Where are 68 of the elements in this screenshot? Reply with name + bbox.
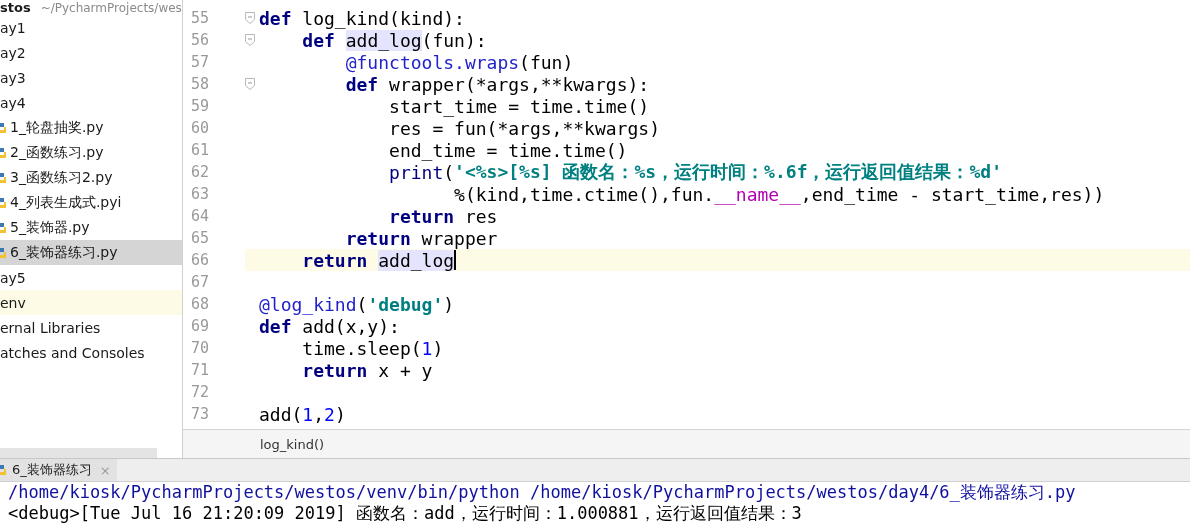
code-line: def wrapper(*args,**kwargs): (344, 73, 650, 95)
tree-item[interactable]: ay3 (0, 65, 182, 90)
console-line: <debug>[Tue Jul 16 21:20:09 2019] 函数名：add，运行时间：1.000881，运行返回值结果：3 (8, 503, 803, 524)
tree-item[interactable]: ay1 (0, 15, 182, 40)
tree-item[interactable]: atches and Consoles (0, 340, 182, 365)
project-path: ~/PycharmProjects/wes (40, 0, 182, 15)
python-file-icon (0, 120, 8, 135)
python-file-icon (0, 245, 8, 260)
line-number: 58 (189, 75, 210, 93)
line-number: 61 (189, 141, 210, 159)
code-line: add(1,2) (259, 403, 346, 425)
tree-item[interactable]: 2_函数练习.py (0, 140, 182, 165)
code-line: time.sleep(1) (301, 337, 444, 359)
code-line: print('<%s>[%s] 函数名：%s，运行时间：%.6f，运行返回值结果：%d' (388, 161, 1002, 183)
python-file-icon (0, 145, 8, 160)
code-line: def add_log(fun): (301, 29, 487, 51)
text-caret (454, 250, 456, 270)
line-number: 70 (189, 339, 210, 357)
tree-item[interactable]: 1_轮盘抽奖.py (0, 115, 182, 140)
tree-item[interactable]: ernal Libraries (0, 315, 182, 340)
python-file-icon (0, 463, 8, 477)
line-number: 69 (189, 317, 210, 335)
code-line: %(kind,time.ctime(),fun.__name__,end_time - start_time,res)) (453, 183, 1105, 205)
line-number: 63 (189, 185, 210, 203)
tree-item[interactable]: 6_装饰器练习.py (0, 240, 182, 265)
code-line: start_time = time.time() (388, 95, 650, 117)
line-number: 60 (189, 119, 210, 137)
tree-item[interactable]: ay2 (0, 40, 182, 65)
code-line: def log_kind(kind): (259, 7, 465, 29)
tree-item[interactable]: 4_列表生成式.pyi (0, 190, 182, 215)
line-number: 66 (189, 251, 210, 269)
line-number: 55 (189, 9, 210, 27)
code-line: return add_log (301, 249, 455, 271)
python-file-icon (0, 195, 8, 210)
tree-item[interactable]: env (0, 290, 182, 315)
code-line: return wrapper (344, 227, 498, 249)
line-number: 62 (189, 163, 210, 181)
fold-icon[interactable] (245, 12, 255, 24)
console-line: /home/kiosk/PycharmProjects/westos/venv/bin/python /home/kiosk/PycharmProjects/westos/day4/6_装饰器练习.py (8, 482, 1077, 503)
run-tab[interactable]: 6_装饰器练习 × (0, 459, 117, 481)
fold-icon[interactable] (245, 34, 255, 46)
project-name[interactable]: stos (0, 0, 31, 15)
line-number: 68 (189, 295, 210, 313)
tree-item[interactable]: ay5 (0, 265, 182, 290)
python-file-icon (0, 170, 8, 185)
fold-icon[interactable] (245, 78, 255, 90)
line-number: 67 (189, 273, 210, 291)
line-number: 56 (189, 31, 210, 49)
line-number: 64 (189, 207, 210, 225)
code-line: @functools.wraps(fun) (344, 51, 574, 73)
code-line: def add(x,y): (259, 315, 400, 337)
code-line: return res (388, 205, 498, 227)
code-line: @log_kind('debug') (259, 293, 455, 315)
tree-item[interactable]: ay4 (0, 90, 182, 115)
line-number: 73 (189, 405, 210, 423)
code-line: res = fun(*args,**kwargs) (388, 117, 660, 139)
line-number: 57 (189, 53, 210, 71)
code-line: end_time = time.time() (388, 139, 628, 161)
line-number: 71 (189, 361, 210, 379)
python-file-icon (0, 220, 8, 235)
line-number: 59 (189, 97, 210, 115)
tree-item[interactable]: 5_装饰器.py (0, 215, 182, 240)
code-line: return x + y (301, 359, 433, 381)
breadcrumb[interactable]: log_kind() (260, 436, 325, 452)
scrollbar[interactable] (0, 448, 157, 458)
tree-item[interactable]: 3_函数练习2.py (0, 165, 182, 190)
line-number: 72 (189, 383, 210, 401)
line-number: 65 (189, 229, 210, 247)
